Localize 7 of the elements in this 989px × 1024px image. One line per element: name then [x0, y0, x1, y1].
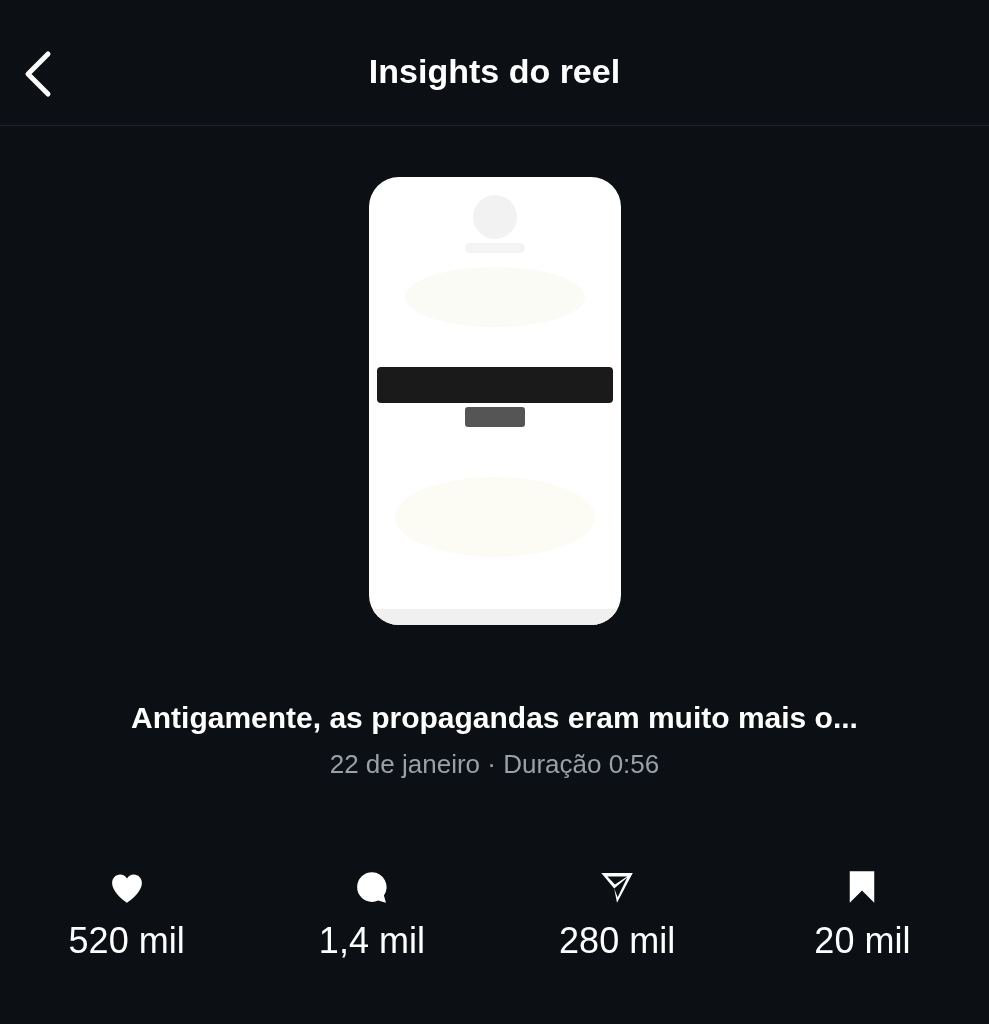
screen-title: Insights do reel — [368, 52, 621, 91]
stat-count: 20 mil — [814, 920, 911, 962]
reel-date-duration: 22 de janeiro · Duração 0:56 — [328, 749, 661, 780]
stat-count: 280 mil — [559, 920, 676, 962]
stat-count: 1,4 mil — [318, 920, 425, 962]
stat-count: 520 mil — [68, 920, 185, 962]
reel-caption: Antigamente, as propagandas eram muito mais o... — [130, 701, 859, 735]
